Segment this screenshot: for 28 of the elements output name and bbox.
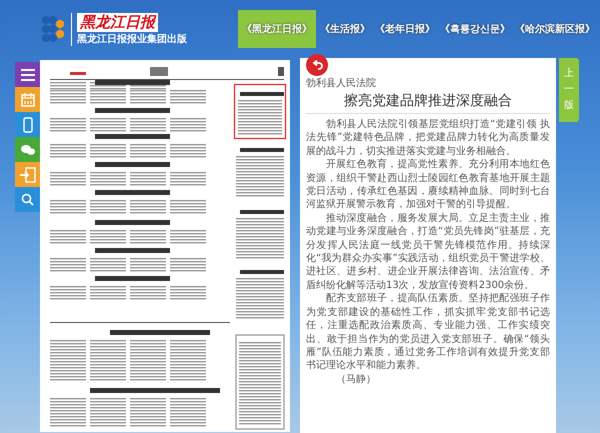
menu-icon — [20, 68, 34, 80]
curved-arrow-icon — [312, 60, 322, 70]
article-source: 勃利县人民法院 — [306, 76, 377, 90]
newspaper-tab[interactable]: 《生活报》 — [319, 18, 371, 40]
article-paragraph: 配齐支部班子，提高队伍素质。坚持把配强班子作为党支部建设的基础性工作，抓实抓牢党支部书记选任，注重选配政治素质高、专业能力强、工作实绩突出、敢于担当作为的党员进入党支部班子。确保“领头雁”队伍能力素质，通过党务工作培训有效提升党支部书记理论水平和能力素养。 — [306, 292, 550, 373]
menu-button[interactable] — [15, 62, 40, 87]
newspaper-tab[interactable]: 《흑룡강신문》 — [439, 18, 511, 40]
chat-bubbles-button[interactable] — [15, 137, 40, 162]
search-button[interactable] — [15, 187, 40, 212]
document-arrow-button[interactable] — [15, 162, 40, 187]
article-paragraph: 开展红色教育，提高党性素养。充分利用本地红色资源，组织干警赴西山烈士陵园红色教育基地开展主题党日活动，传承红色基因，赓续精神血脉。同时到七台河监狱开展警示教育，加强对干警的引导提醒。 — [306, 158, 550, 212]
back-button[interactable] — [306, 54, 328, 76]
article-byline: （马静） — [335, 372, 377, 386]
document-arrow-icon — [20, 166, 36, 182]
article-paragraph: 推动深度融合，服务发展大局。立足主责主业，推动党建与业务深度融合，打造“党员先锋岗”驻基层，充分发挥人民法庭一线党员干警先锋模范作用。持续深化“我为群众办实事”实践活动，组织党员干警进学校、进社区、进乡村、进企业开展法律咨询、法治宣传、矛盾纠纷化解等活动13次，发放宣传资料2300余份。 — [306, 212, 550, 292]
logo-title: 黑龙江日报 — [77, 12, 158, 32]
phone-icon — [22, 116, 32, 132]
article-title: 擦亮党建品牌推进深度融合 — [306, 90, 550, 114]
article-highlight-frame[interactable] — [234, 84, 286, 140]
calendar-icon — [20, 92, 34, 106]
search-icon — [21, 193, 34, 206]
newspaper-tab[interactable]: 《哈尔滨新区报》 — [514, 18, 596, 40]
phone-button[interactable] — [15, 112, 40, 137]
logo-subtitle: 黑龙江日报报业集团出版 — [77, 32, 187, 46]
chat-bubbles-icon — [20, 144, 34, 156]
hexagon-logo-icon — [40, 15, 66, 43]
article-paragraph: 勃利县人民法院引领基层党组织打造“党建引领 执法先锋”党建特色品牌，把党建品牌力转化为高质量发展的战斗力，切实推进落实党建与业务相融合。 — [306, 118, 550, 158]
newspaper-tab[interactable]: 《老年日报》 — [374, 18, 436, 40]
